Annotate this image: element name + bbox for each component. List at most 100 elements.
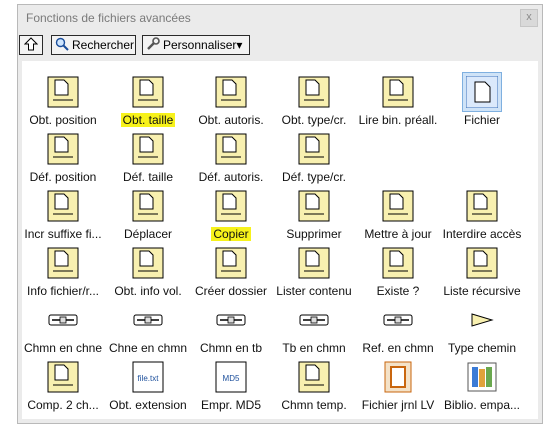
palette-item-label: Obt. taille	[120, 113, 176, 127]
palette-item-label: Tb en chmn	[282, 341, 346, 355]
palette-item-file-position[interactable]: Obt. position	[22, 76, 104, 128]
palette-item-compare-paths[interactable]: Comp. 2 ch...	[22, 361, 104, 413]
palette-item-update[interactable]: Mettre à jour	[357, 190, 439, 242]
palette-item-set-type[interactable]: Déf. type/cr.	[273, 133, 355, 185]
path-to-string-icon	[48, 314, 78, 326]
list-contents-icon	[298, 247, 330, 279]
palette-item-label: Obt. extension	[109, 398, 187, 412]
search-icon	[55, 37, 69, 51]
string-to-path-icon	[133, 314, 163, 326]
set-position-icon	[47, 133, 79, 165]
search-label: Rechercher	[72, 38, 135, 52]
volume-info-icon	[132, 247, 164, 279]
close-button[interactable]: x	[520, 9, 538, 27]
palette-item-label: Déf. position	[29, 170, 97, 184]
palette-item-move[interactable]: Déplacer	[107, 190, 189, 242]
palette-item-label: Lister contenu	[276, 284, 352, 298]
exists-icon	[382, 247, 414, 279]
palette-item-label: Chne en chmn	[108, 341, 188, 355]
file-info-icon	[47, 247, 79, 279]
file-position-icon	[47, 76, 79, 108]
palette-item-set-size[interactable]: Déf. taille	[107, 133, 189, 185]
palette-item-get-extension[interactable]: file.txt Obt. extension	[107, 361, 189, 413]
palette-item-file[interactable]: Fichier	[441, 72, 523, 128]
palette-item-deny-access[interactable]: Interdire accès	[441, 190, 523, 242]
palette-item-label: Incr suffixe fi...	[24, 227, 102, 241]
function-grid: Obt. position Obt. taille Obt. autoris. Obt…	[22, 61, 538, 419]
refnum-to-path-icon	[383, 314, 413, 326]
search-button[interactable]: Rechercher	[51, 35, 136, 55]
file-type-icon	[298, 76, 330, 108]
palette-item-increment-suffix[interactable]: Incr suffixe fi...	[22, 190, 104, 242]
palette-item-set-position[interactable]: Déf. position	[22, 133, 104, 185]
palette-item-label: Obt. type/cr.	[281, 113, 347, 127]
deny-access-icon	[466, 190, 498, 222]
palette-item-label: Créer dossier	[194, 284, 268, 298]
create-folder-icon	[215, 247, 247, 279]
palette-item-file-permissions[interactable]: Obt. autoris.	[190, 76, 272, 128]
palette-item-label: Comp. 2 ch...	[27, 398, 99, 412]
svg-text:MD5: MD5	[223, 374, 240, 383]
palette-item-list-contents[interactable]: Lister contenu	[273, 247, 355, 299]
palette-item-path-type[interactable]: Type chemin	[441, 304, 523, 356]
svg-text:file.txt: file.txt	[138, 374, 160, 383]
palette-item-file-info[interactable]: Info fichier/r...	[22, 247, 104, 299]
compare-paths-icon	[47, 361, 79, 393]
palette-item-label: Info fichier/r...	[26, 284, 100, 298]
read-binary-icon	[382, 76, 414, 108]
palette-item-file-type[interactable]: Obt. type/cr.	[273, 76, 355, 128]
get-extension-icon: file.txt	[132, 361, 164, 393]
palette-item-label: Chmn temp.	[281, 398, 347, 412]
palette-item-copy[interactable]: Copier	[190, 190, 272, 242]
palette-item-packed-library[interactable]: Biblio. empa...	[441, 361, 523, 413]
palette-item-path-to-string[interactable]: Chmn en chne	[22, 304, 104, 356]
palette-item-label: Chmn en chne	[23, 341, 103, 355]
up-button[interactable]	[19, 35, 43, 55]
file-permissions-icon	[215, 76, 247, 108]
customize-button[interactable]: Personnaliser▾	[142, 35, 250, 55]
move-icon	[132, 190, 164, 222]
palette-item-lv-log-file[interactable]: Fichier jrnl LV	[357, 361, 439, 413]
file-size-icon	[132, 76, 164, 108]
palette-item-label: Type chemin	[447, 341, 517, 355]
palette-item-refnum-to-path[interactable]: Ref. en chmn	[357, 304, 439, 356]
file-functions-palette: Fonctions de fichiers avancées x Recherc…	[17, 4, 543, 424]
palette-item-label: Déf. type/cr.	[281, 170, 347, 184]
set-size-icon	[132, 133, 164, 165]
palette-item-label: Déplacer	[123, 227, 173, 241]
palette-item-label: Empr. MD5	[200, 398, 261, 412]
palette-item-recursive-list[interactable]: Liste récursive	[441, 247, 523, 299]
palette-item-set-permissions[interactable]: Déf. autoris.	[190, 133, 272, 185]
md5-icon: MD5	[215, 361, 247, 393]
palette-item-exists[interactable]: Existe ?	[357, 247, 439, 299]
recursive-list-icon	[466, 247, 498, 279]
palette-item-label: Obt. info vol.	[114, 284, 182, 298]
packed-library-icon	[467, 362, 497, 392]
palette-item-md5[interactable]: MD5 Empr. MD5	[190, 361, 272, 413]
palette-item-file-size[interactable]: Obt. taille	[107, 76, 189, 128]
palette-item-volume-info[interactable]: Obt. info vol.	[107, 247, 189, 299]
palette-item-label: Liste récursive	[443, 284, 521, 298]
palette-item-label: Supprimer	[286, 227, 342, 241]
palette-item-label: Lire bin. préall.	[358, 113, 438, 127]
palette-item-temp-path[interactable]: Chmn temp.	[273, 361, 355, 413]
palette-title: Fonctions de fichiers avancées	[26, 11, 191, 25]
path-to-array-icon	[216, 314, 246, 326]
file-icon	[466, 76, 498, 108]
temp-path-icon	[298, 361, 330, 393]
up-arrow-icon	[24, 37, 38, 51]
palette-item-array-to-path[interactable]: Tb en chmn	[273, 304, 355, 356]
palette-item-string-to-path[interactable]: Chne en chmn	[107, 304, 189, 356]
palette-item-label: Chmn en tb	[199, 341, 263, 355]
palette-item-create-folder[interactable]: Créer dossier	[190, 247, 272, 299]
toolbar: Rechercher Personnaliser▾	[18, 35, 542, 55]
palette-item-path-to-array[interactable]: Chmn en tb	[190, 304, 272, 356]
array-to-path-icon	[299, 314, 329, 326]
palette-item-label: Déf. autoris.	[198, 170, 264, 184]
set-type-icon	[298, 133, 330, 165]
palette-item-delete[interactable]: Supprimer	[273, 190, 355, 242]
palette-item-label: Obt. position	[29, 113, 97, 127]
palette-item-read-binary[interactable]: Lire bin. préall.	[357, 76, 439, 128]
customize-label: Personnaliser▾	[163, 38, 243, 52]
palette-item-label: Copier	[211, 227, 251, 241]
